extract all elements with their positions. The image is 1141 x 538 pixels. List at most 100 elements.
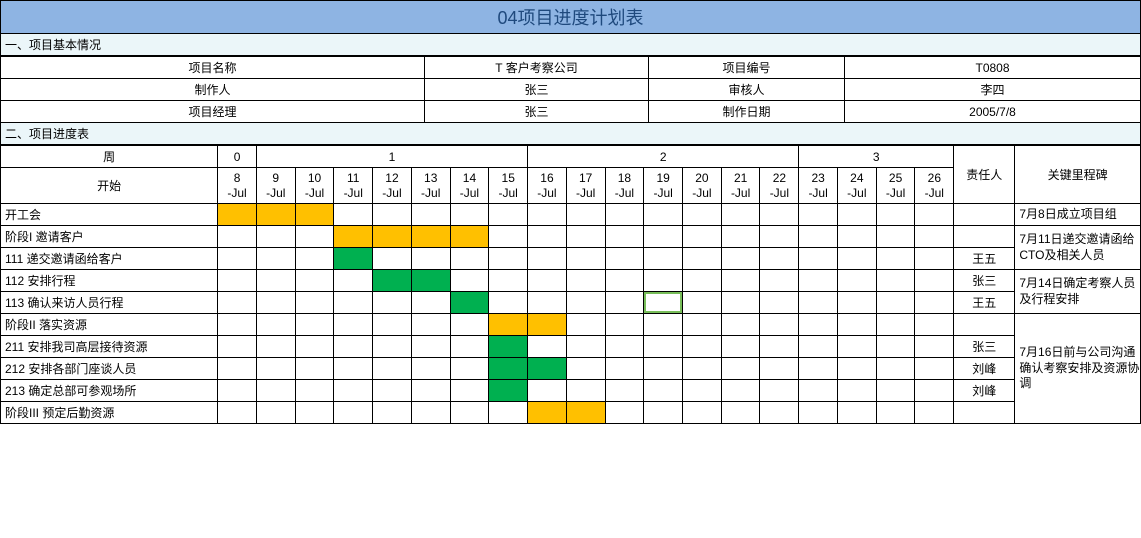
- gantt-cell[interactable]: [334, 292, 373, 314]
- gantt-cell[interactable]: [528, 270, 567, 292]
- gantt-cell[interactable]: [566, 226, 605, 248]
- owner-cell[interactable]: 张三: [954, 336, 1015, 358]
- gantt-cell[interactable]: [915, 402, 954, 424]
- gantt-cell[interactable]: [837, 358, 876, 380]
- gantt-cell[interactable]: [334, 380, 373, 402]
- gantt-cell[interactable]: [837, 248, 876, 270]
- owner-cell[interactable]: 王五: [954, 248, 1015, 270]
- gantt-cell[interactable]: [721, 314, 760, 336]
- gantt-cell[interactable]: [876, 204, 915, 226]
- gantt-cell[interactable]: [528, 248, 567, 270]
- gantt-cell[interactable]: [915, 380, 954, 402]
- task-name[interactable]: 112 安排行程: [1, 270, 218, 292]
- gantt-cell[interactable]: [721, 336, 760, 358]
- gantt-cell[interactable]: [489, 270, 528, 292]
- gantt-cell[interactable]: [489, 314, 528, 336]
- gantt-cell[interactable]: [915, 358, 954, 380]
- gantt-cell[interactable]: [411, 314, 450, 336]
- gantt-cell[interactable]: [876, 380, 915, 402]
- gantt-cell[interactable]: [256, 292, 295, 314]
- gantt-cell[interactable]: [605, 358, 644, 380]
- task-name[interactable]: 213 确定总部可参观场所: [1, 380, 218, 402]
- gantt-cell[interactable]: [837, 402, 876, 424]
- gantt-cell[interactable]: [915, 336, 954, 358]
- gantt-cell[interactable]: [760, 270, 799, 292]
- gantt-cell[interactable]: [799, 270, 838, 292]
- gantt-cell[interactable]: [915, 248, 954, 270]
- gantt-cell[interactable]: [295, 336, 334, 358]
- gantt-cell[interactable]: [295, 248, 334, 270]
- gantt-cell[interactable]: [411, 380, 450, 402]
- gantt-cell[interactable]: [644, 380, 683, 402]
- task-name[interactable]: 阶段II 落实资源: [1, 314, 218, 336]
- gantt-cell[interactable]: [915, 204, 954, 226]
- gantt-cell[interactable]: [760, 358, 799, 380]
- gantt-cell[interactable]: [605, 336, 644, 358]
- gantt-cell[interactable]: [295, 292, 334, 314]
- owner-cell[interactable]: [954, 402, 1015, 424]
- gantt-cell[interactable]: [295, 358, 334, 380]
- gantt-cell[interactable]: [450, 402, 489, 424]
- info-value[interactable]: 李四: [845, 79, 1141, 101]
- gantt-cell[interactable]: [411, 226, 450, 248]
- task-name[interactable]: 111 递交邀请函给客户: [1, 248, 218, 270]
- gantt-cell[interactable]: [605, 270, 644, 292]
- task-name[interactable]: 阶段III 预定后勤资源: [1, 402, 218, 424]
- gantt-cell[interactable]: [218, 358, 257, 380]
- gantt-cell[interactable]: [566, 204, 605, 226]
- gantt-cell[interactable]: [295, 226, 334, 248]
- gantt-cell[interactable]: [683, 292, 722, 314]
- info-value[interactable]: 张三: [425, 79, 649, 101]
- gantt-cell[interactable]: [295, 402, 334, 424]
- gantt-cell[interactable]: [915, 226, 954, 248]
- gantt-cell[interactable]: [334, 270, 373, 292]
- gantt-cell[interactable]: [450, 270, 489, 292]
- gantt-cell[interactable]: [721, 248, 760, 270]
- gantt-cell[interactable]: [334, 358, 373, 380]
- gantt-cell[interactable]: [837, 226, 876, 248]
- gantt-cell[interactable]: [876, 402, 915, 424]
- milestone-cell[interactable]: 7月16日前与公司沟通确认考察安排及资源协调: [1015, 314, 1141, 424]
- gantt-cell[interactable]: [760, 248, 799, 270]
- gantt-cell[interactable]: [256, 270, 295, 292]
- gantt-cell[interactable]: [489, 336, 528, 358]
- gantt-cell[interactable]: [566, 380, 605, 402]
- gantt-cell[interactable]: [721, 402, 760, 424]
- gantt-cell[interactable]: [605, 248, 644, 270]
- gantt-cell[interactable]: [256, 204, 295, 226]
- milestone-cell[interactable]: 7月14日确定考察人员及行程安排: [1015, 270, 1141, 314]
- gantt-cell[interactable]: [256, 226, 295, 248]
- gantt-cell[interactable]: [411, 292, 450, 314]
- gantt-cell[interactable]: [721, 358, 760, 380]
- gantt-cell[interactable]: [837, 314, 876, 336]
- gantt-cell[interactable]: [683, 226, 722, 248]
- gantt-cell[interactable]: [915, 270, 954, 292]
- gantt-cell[interactable]: [218, 292, 257, 314]
- gantt-cell[interactable]: [450, 336, 489, 358]
- gantt-cell[interactable]: [683, 358, 722, 380]
- gantt-cell[interactable]: [373, 270, 412, 292]
- owner-cell[interactable]: [954, 204, 1015, 226]
- gantt-cell[interactable]: [876, 226, 915, 248]
- owner-cell[interactable]: 王五: [954, 292, 1015, 314]
- gantt-cell[interactable]: [373, 402, 412, 424]
- gantt-cell[interactable]: [256, 248, 295, 270]
- gantt-cell[interactable]: [876, 270, 915, 292]
- gantt-cell[interactable]: [489, 248, 528, 270]
- gantt-cell[interactable]: [450, 204, 489, 226]
- task-name[interactable]: 211 安排我司高层接待资源: [1, 336, 218, 358]
- gantt-cell[interactable]: [605, 204, 644, 226]
- gantt-cell[interactable]: [721, 226, 760, 248]
- gantt-cell[interactable]: [295, 270, 334, 292]
- gantt-cell[interactable]: [644, 270, 683, 292]
- gantt-cell[interactable]: [218, 248, 257, 270]
- gantt-cell[interactable]: [256, 402, 295, 424]
- gantt-cell[interactable]: [256, 380, 295, 402]
- task-name[interactable]: 阶段I 邀请客户: [1, 226, 218, 248]
- gantt-cell[interactable]: [489, 380, 528, 402]
- gantt-cell[interactable]: [450, 226, 489, 248]
- gantt-cell[interactable]: [528, 380, 567, 402]
- gantt-cell[interactable]: [411, 248, 450, 270]
- gantt-cell[interactable]: [528, 292, 567, 314]
- gantt-cell[interactable]: [760, 402, 799, 424]
